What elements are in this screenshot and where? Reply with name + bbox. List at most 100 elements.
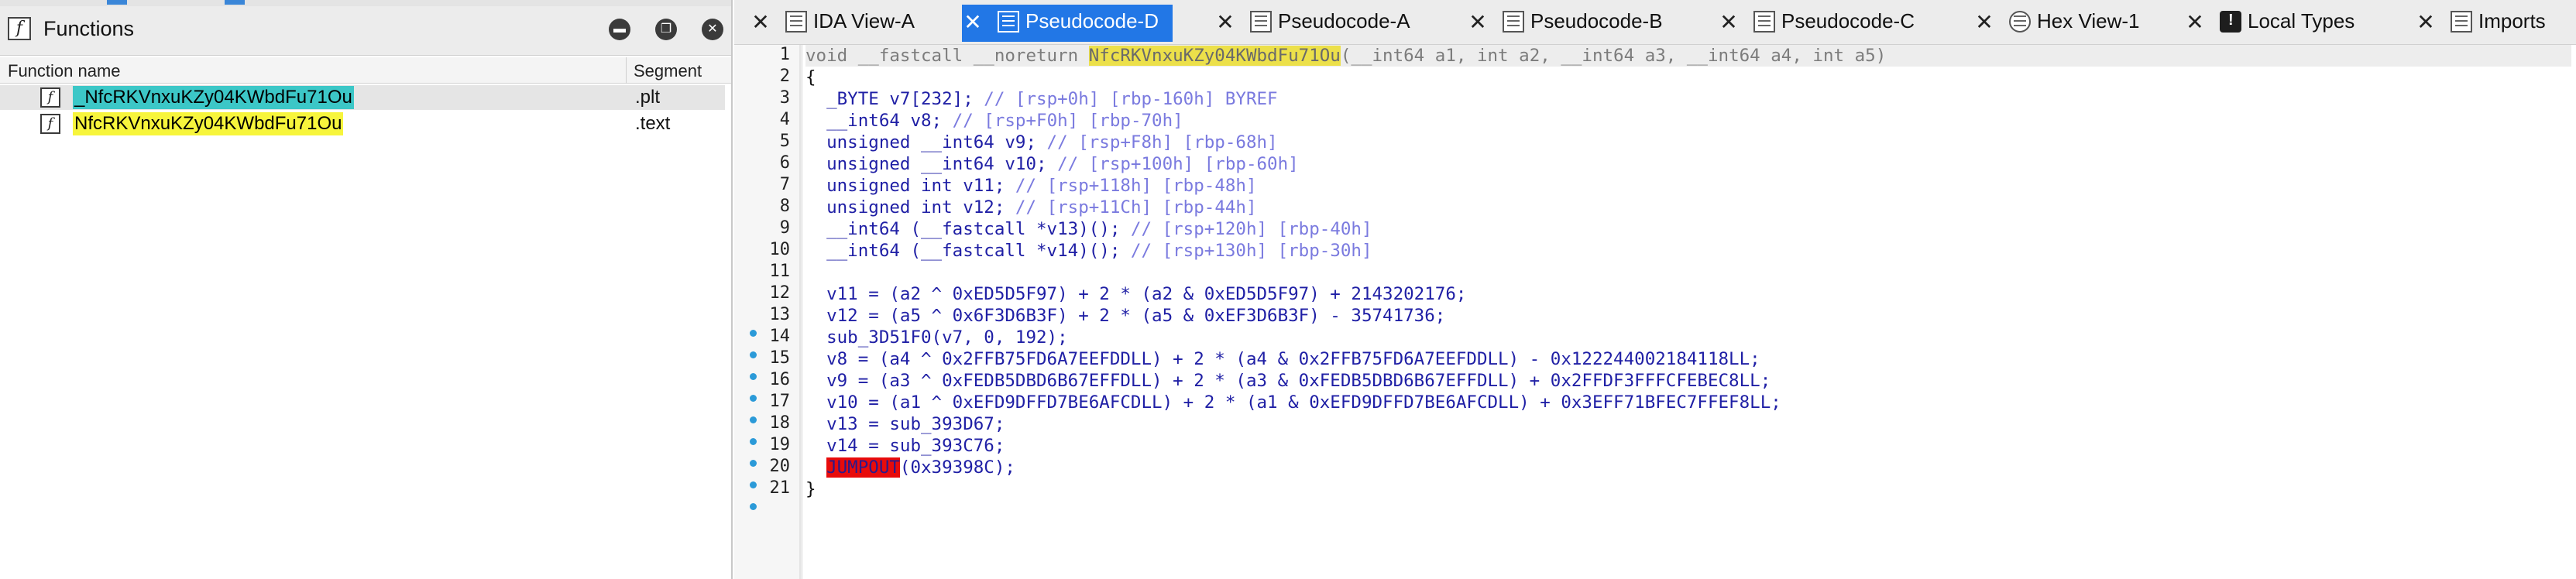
declaration: __int64 (__fastcall *v13)();	[805, 219, 1121, 239]
breakpoint-dot[interactable]	[750, 395, 757, 402]
comment: // [rsp+120h] [rbp-40h]	[1120, 219, 1372, 239]
statement: sub_3D51F0(v7, 0, 192);	[805, 327, 1068, 348]
tab-pseudocode-a[interactable]: ✕ Pseudocode-A	[1214, 5, 1447, 42]
code-line[interactable]: v12 = (a5 ^ 0x6F3D6B3F) + 2 * (a5 & 0xEF…	[805, 305, 1445, 327]
line-number: 21	[769, 478, 791, 498]
line-number: 9	[779, 218, 790, 238]
graph-icon	[785, 11, 807, 33]
code-line[interactable]: }	[805, 478, 816, 500]
breakpoint-dot[interactable]	[750, 330, 757, 337]
statement: v14 = sub_393C76;	[805, 436, 1005, 456]
toolbar-fragment	[225, 0, 245, 5]
toolbar-fragment	[107, 0, 127, 5]
code-line[interactable]: __int64 (__fastcall *v14)(); // [rsp+130…	[805, 240, 1372, 262]
code-line[interactable]: v11 = (a2 ^ 0xED5D5F97) + 2 * (a2 & 0xED…	[805, 283, 1466, 305]
line-number: 15	[769, 348, 791, 368]
code-line[interactable]: unsigned __int64 v10; // [rsp+100h] [rbp…	[805, 153, 1299, 175]
function-row[interactable]: f NfcRKVnxuKZy04KWbdFu71Ou .text	[0, 111, 725, 136]
pseudocode-view[interactable]: 1 2 3 4 5 6 7 8 9 10 11 12 13 14 15 16 1…	[734, 45, 2576, 579]
declaration: __int64 (__fastcall *v14)();	[805, 241, 1121, 261]
function-icon: f	[40, 87, 60, 108]
close-tab-icon[interactable]: ✕	[2415, 9, 2437, 35]
tab-pseudocode-c[interactable]: ✕ Pseudocode-C	[1718, 5, 1950, 42]
function-name-highlight[interactable]: NfcRKVnxuKZy04KWbdFu71Ou	[1088, 46, 1341, 66]
code-line[interactable]: v14 = sub_393C76;	[805, 435, 1005, 457]
code-line[interactable]: v9 = (a3 ^ 0xFEDB5DBD6B67EFFDLL) + 2 * (…	[805, 370, 1771, 392]
code-line[interactable]: {	[805, 67, 816, 88]
comment: // [rsp+11Ch] [rbp-44h]	[1005, 197, 1257, 218]
function-signature[interactable]: void __fastcall __noreturn NfcRKVnxuKZy0…	[805, 45, 2571, 67]
declaration: unsigned __int64 v9;	[805, 132, 1037, 152]
statement: v11 = (a2 ^ 0xED5D5F97) + 2 * (a2 & 0xED…	[805, 284, 1467, 304]
top-strip	[0, 0, 731, 6]
line-number: 2	[779, 67, 790, 86]
close-tab-icon[interactable]: ✕	[1973, 9, 1995, 35]
close-icon[interactable]: ✕	[702, 19, 723, 40]
functions-window: f Functions ▬ ❐ ✕ Function name Segment …	[0, 0, 733, 579]
tab-local-types[interactable]: ✕ Local Types	[2184, 5, 2385, 42]
comment: // [rsp+F8h] [rbp-68h]	[1036, 132, 1278, 152]
close-tab-icon[interactable]: ✕	[1467, 9, 1489, 35]
line-number: 16	[769, 370, 791, 389]
tab-label: IDA View-A	[813, 9, 915, 33]
tab-imports[interactable]: ✕ Imports	[2415, 5, 2574, 42]
tab-hex-view-1[interactable]: ✕ Hex View-1	[1973, 5, 2175, 42]
statement: (0x39398C);	[899, 457, 1015, 478]
breakpoint-dot[interactable]	[750, 416, 757, 423]
tab-ida-view-a[interactable]: ✕ IDA View-A	[750, 5, 967, 42]
column-divider[interactable]	[626, 57, 627, 84]
code-line[interactable]: JUMPOUT(0x39398C);	[805, 457, 1015, 478]
line-number: 17	[769, 392, 791, 411]
column-function-name[interactable]: Function name	[8, 61, 121, 81]
breakpoint-dot[interactable]	[750, 481, 757, 488]
code-line[interactable]: __int64 (__fastcall *v13)(); // [rsp+120…	[805, 218, 1372, 240]
close-tab-icon[interactable]: ✕	[962, 9, 984, 35]
signature-args: (__int64 a1, int a2, __int64 a3, __int64…	[1340, 46, 1887, 66]
line-number: 10	[769, 240, 791, 259]
info-icon	[2220, 11, 2241, 33]
breakpoint-dot[interactable]	[750, 460, 757, 467]
breakpoint-dot[interactable]	[750, 503, 757, 510]
functions-column-header: Function name Segment	[0, 57, 731, 84]
breakpoint-dot[interactable]	[750, 351, 757, 358]
code-line[interactable]: v10 = (a1 ^ 0xEFD9DFFD7BE6AFCDLL) + 2 * …	[805, 392, 1781, 413]
code-line[interactable]: unsigned int v11; // [rsp+118h] [rbp-48h…	[805, 175, 1256, 197]
code-line[interactable]: sub_3D51F0(v7, 0, 192);	[805, 327, 1068, 348]
column-segment[interactable]: Segment	[634, 61, 702, 81]
code-line[interactable]: _BYTE v7[232]; // [rsp+0h] [rbp-160h] BY…	[805, 88, 1278, 110]
code-line[interactable]: __int64 v8; // [rsp+F0h] [rbp-70h]	[805, 110, 1183, 132]
line-number: 20	[769, 457, 791, 476]
statement: v9 = (a3 ^ 0xFEDB5DBD6B67EFFDLL) + 2 * (…	[805, 371, 1771, 391]
breakpoint-dot[interactable]	[750, 438, 757, 445]
declaration: __int64 v8;	[805, 111, 943, 131]
code-line[interactable]: unsigned int v12; // [rsp+11Ch] [rbp-44h…	[805, 197, 1257, 218]
statement: v8 = (a4 ^ 0x2FFB75FD6A7EEFDDLL) + 2 * (…	[805, 349, 1760, 369]
code-line[interactable]: unsigned __int64 v9; // [rsp+F8h] [rbp-6…	[805, 132, 1278, 153]
declaration: unsigned int v11;	[805, 176, 1005, 196]
close-tab-icon[interactable]: ✕	[1214, 9, 1236, 35]
tab-label: Pseudocode-C	[1781, 9, 1915, 33]
statement: v12 = (a5 ^ 0x6F3D6B3F) + 2 * (a5 & 0xEF…	[805, 306, 1446, 326]
code-line[interactable]: v8 = (a4 ^ 0x2FFB75FD6A7EEFDDLL) + 2 * (…	[805, 348, 1760, 370]
restore-icon[interactable]: ❐	[655, 19, 677, 40]
code-line[interactable]: v13 = sub_393D67;	[805, 413, 1005, 435]
close-tab-icon[interactable]: ✕	[750, 9, 771, 35]
line-number: 11	[769, 262, 791, 281]
close-tab-icon[interactable]: ✕	[2184, 9, 2206, 35]
line-number: 18	[769, 413, 791, 433]
pseudocode-icon	[1753, 11, 1775, 33]
minimize-icon[interactable]: ▬	[609, 19, 630, 40]
tab-label: Pseudocode-B	[1530, 9, 1663, 33]
pseudocode-icon	[998, 11, 1019, 33]
line-number: 12	[769, 283, 791, 303]
line-number: 13	[769, 305, 791, 324]
breakpoint-dot[interactable]	[750, 373, 757, 380]
comment: // [rsp+F0h] [rbp-70h]	[942, 111, 1183, 131]
pseudocode-icon	[1503, 11, 1524, 33]
tab-pseudocode-b[interactable]: ✕ Pseudocode-B	[1467, 5, 1699, 42]
function-row[interactable]: f _NfcRKVnxuKZy04KWbdFu71Ou .plt	[0, 85, 725, 110]
close-tab-icon[interactable]: ✕	[1718, 9, 1740, 35]
jumpout-keyword[interactable]: JUMPOUT	[826, 457, 900, 478]
tab-pseudocode-d[interactable]: ✕ Pseudocode-D	[962, 5, 1173, 42]
